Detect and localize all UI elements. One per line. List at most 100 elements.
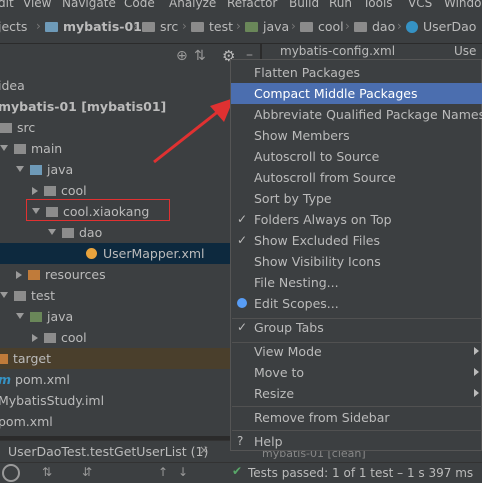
breadcrumb-src[interactable]: src xyxy=(142,19,178,35)
tree-item-test-java[interactable]: java xyxy=(16,306,73,327)
annotation-arrow-icon xyxy=(153,98,234,164)
breadcrumb-class[interactable]: UserDao xyxy=(406,19,476,35)
folder-icon xyxy=(191,22,204,32)
test-status-text: Tests passed: 1 of 1 test – 1 s 397 ms xyxy=(248,466,474,480)
menu-view[interactable]: View xyxy=(23,0,51,10)
expand-arrow-icon[interactable] xyxy=(16,166,24,172)
main-menu-bar: dit View Navigate Code Analyze Refactor … xyxy=(0,0,482,11)
menu-run[interactable]: Run xyxy=(329,0,352,10)
class-icon xyxy=(406,21,418,33)
menu-item-autoscroll-to-source[interactable]: Autoscroll to Source xyxy=(231,146,482,167)
menu-item-sort-by-type[interactable]: Sort by Type xyxy=(231,188,482,209)
menu-refactor[interactable]: Refactor xyxy=(227,0,277,10)
menu-edit[interactable]: dit xyxy=(0,0,14,10)
menu-item-show-visibility-icons[interactable]: Show Visibility Icons xyxy=(231,251,482,272)
tree-item-main[interactable]: main xyxy=(0,138,62,159)
tree-item-target[interactable]: target xyxy=(0,348,232,369)
menu-item-compact-middle-packages[interactable]: Compact Middle Packages xyxy=(231,83,482,104)
close-icon[interactable]: × xyxy=(199,443,209,457)
help-icon: ? xyxy=(237,434,244,448)
menu-build[interactable]: Build xyxy=(289,0,319,10)
tree-item-module[interactable]: mybatis-01 [mybatis01] xyxy=(0,96,166,117)
run-config-peek: mybatis-01 [clean] xyxy=(262,451,366,460)
folder-icon xyxy=(14,291,26,301)
package-icon xyxy=(300,22,313,32)
sort-icon[interactable]: ⇅ xyxy=(42,465,52,479)
xml-file-icon xyxy=(86,248,97,259)
menu-item-view-mode[interactable]: View Mode xyxy=(231,341,482,362)
submenu-arrow-icon xyxy=(474,347,479,355)
tree-item-usermapper[interactable]: UserMapper.xml xyxy=(0,243,232,264)
menu-tools[interactable]: Tools xyxy=(363,0,393,10)
tree-item-dao[interactable]: dao xyxy=(48,222,102,243)
menu-item-autoscroll-from-source[interactable]: Autoscroll from Source xyxy=(231,167,482,188)
tree-item-test-cool[interactable]: cool xyxy=(32,327,87,348)
source-folder-icon xyxy=(30,165,42,175)
collapse-all-icon[interactable]: ⇅ xyxy=(194,48,206,64)
tab-userdao[interactable]: Use xyxy=(454,44,476,60)
menu-item-flatten-packages[interactable]: Flatten Packages xyxy=(231,62,482,83)
project-toolwindow-header: ⊕ ⇅ ⚙ – xyxy=(0,44,260,72)
test-source-folder-icon xyxy=(245,22,258,32)
folder-icon xyxy=(142,22,155,32)
tree-item-resources[interactable]: resources xyxy=(16,264,106,285)
radio-selected-icon xyxy=(237,298,247,308)
menu-item-help[interactable]: ? Help xyxy=(231,431,482,452)
run-tab-title[interactable]: UserDaoTest.testGetUserList (1) xyxy=(8,444,208,459)
expand-arrow-icon[interactable] xyxy=(0,145,8,151)
menu-item-abbreviate-package-names[interactable]: Abbreviate Qualified Package Names xyxy=(231,104,482,125)
menu-window[interactable]: Windo xyxy=(444,0,482,10)
menu-code[interactable]: Code xyxy=(124,0,155,10)
tab-mybatis-config[interactable]: mybatis-config.xml xyxy=(280,44,395,60)
collapsed-arrow-icon[interactable] xyxy=(32,187,38,195)
menu-item-resize[interactable]: Resize xyxy=(231,383,482,404)
menu-analyze[interactable]: Analyze xyxy=(169,0,216,10)
menu-item-move-to[interactable]: Move to xyxy=(231,362,482,383)
menu-item-remove-from-sidebar[interactable]: Remove from Sidebar xyxy=(231,407,482,428)
up-icon[interactable]: ↑ xyxy=(158,465,168,479)
menu-item-edit-scopes[interactable]: Edit Scopes... xyxy=(231,293,482,314)
menu-navigate[interactable]: Navigate xyxy=(62,0,116,10)
breadcrumb-cool[interactable]: cool xyxy=(300,19,344,35)
stop-icon[interactable] xyxy=(2,464,20,482)
tree-item-pom-root[interactable]: pom.xml xyxy=(0,411,53,432)
editor-tabs: mybatis-config.xml Use xyxy=(262,44,482,60)
breadcrumb-java[interactable]: java xyxy=(245,19,289,35)
tree-item-idea[interactable]: idea xyxy=(0,75,25,96)
collapse-icon[interactable]: ⇵ xyxy=(82,465,92,479)
menu-item-show-excluded-files[interactable]: ✓ Show Excluded Files xyxy=(231,230,482,251)
menu-item-group-tabs[interactable]: ✓ Group Tabs xyxy=(231,317,482,338)
breadcrumb-projects[interactable]: jects xyxy=(0,19,27,35)
menu-vcs[interactable]: VCS xyxy=(408,0,432,10)
checkmark-icon: ✓ xyxy=(237,233,248,247)
run-panel-toolbar: ⇅ ⇵ ↑ ↓ ✔ Tests passed: 1 of 1 test – 1 … xyxy=(0,462,482,483)
menu-item-folders-on-top[interactable]: ✓ Folders Always on Top xyxy=(231,209,482,230)
collapsed-arrow-icon[interactable] xyxy=(32,334,38,342)
package-icon xyxy=(44,186,56,196)
add-icon[interactable]: ⊕ xyxy=(176,48,188,64)
menu-item-file-nesting[interactable]: File Nesting... xyxy=(231,272,482,293)
tree-item-cool[interactable]: cool xyxy=(32,180,87,201)
breadcrumb-dao[interactable]: dao xyxy=(354,19,395,35)
maven-icon: m xyxy=(0,372,11,387)
collapsed-arrow-icon[interactable] xyxy=(16,271,22,279)
expand-arrow-icon[interactable] xyxy=(16,313,24,319)
tree-item-test[interactable]: test xyxy=(0,285,55,306)
checkmark-icon: ✓ xyxy=(237,320,248,334)
breadcrumb-module[interactable]: mybatis-01 xyxy=(45,19,142,35)
highlight-box xyxy=(26,199,170,221)
down-icon[interactable]: ↓ xyxy=(178,465,188,479)
menu-item-show-members[interactable]: Show Members xyxy=(231,125,482,146)
expand-arrow-icon[interactable] xyxy=(48,229,56,235)
tree-item-java[interactable]: java xyxy=(16,159,73,180)
project-options-menu: Flatten Packages Compact Middle Packages… xyxy=(230,59,482,451)
tree-item-iml[interactable]: MybatisStudy.iml xyxy=(0,390,104,411)
breadcrumb-separator: › xyxy=(236,19,241,33)
breadcrumb-separator: › xyxy=(345,19,350,33)
tree-item-pom[interactable]: mpom.xml xyxy=(0,369,70,390)
breadcrumb-separator: › xyxy=(291,19,296,33)
expand-arrow-icon[interactable] xyxy=(0,292,8,298)
tree-item-src[interactable]: src xyxy=(0,117,35,138)
resources-folder-icon xyxy=(28,270,40,280)
breadcrumb-test[interactable]: test xyxy=(191,19,233,35)
